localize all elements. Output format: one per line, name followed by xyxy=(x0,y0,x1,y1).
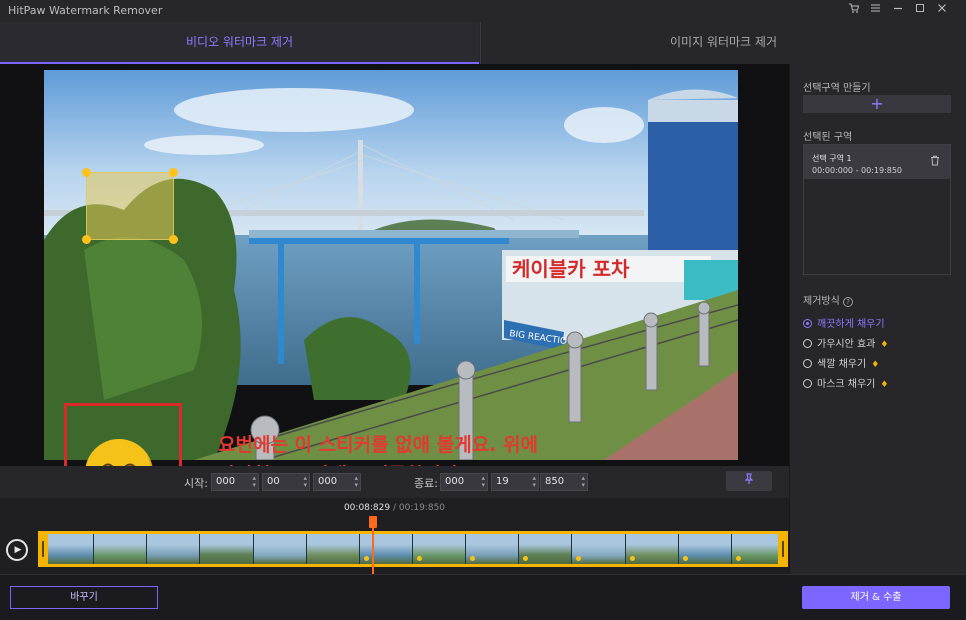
start-millis-input[interactable]: 000 ▴ ▾ xyxy=(313,473,361,491)
add-region-button[interactable]: + xyxy=(803,95,951,113)
keyframe-dot-icon xyxy=(470,556,476,561)
keyframe-dot-icon xyxy=(735,556,741,561)
app-title: HitPaw Watermark Remover xyxy=(8,4,163,17)
spinner-icon: ▴ ▾ xyxy=(354,474,358,489)
end-label: 종료: xyxy=(414,477,438,490)
tab-video-watermark[interactable]: 비디오 워터마크 제거 xyxy=(0,22,479,64)
resize-handle[interactable] xyxy=(169,235,178,244)
premium-gem-icon: ♦ xyxy=(880,380,889,390)
radio-icon xyxy=(803,339,812,348)
region-name: 선택 구역 1 xyxy=(812,154,852,163)
timeline-thumbnail xyxy=(200,534,253,564)
start-seconds-input[interactable]: 00 ▴ ▾ xyxy=(262,473,310,491)
end-minutes-input[interactable]: 000 ▴ ▾ xyxy=(440,473,488,491)
spinner-icon: ▴ ▾ xyxy=(581,474,585,489)
spinner-icon: ▴ ▾ xyxy=(303,474,307,489)
region-list: 선택 구역 1 00:00:000 - 00:19:850 xyxy=(803,144,951,275)
tab-image-watermark[interactable]: 이미지 워터마크 제거 xyxy=(480,22,966,64)
resize-handle[interactable] xyxy=(169,168,178,177)
selection-region-box[interactable] xyxy=(82,168,178,244)
method-option-color-fill[interactable]: 색깔 채우기 ♦ xyxy=(803,355,879,370)
timeline: 00:08:829 / 00:19:850 ▶ xyxy=(0,498,789,574)
timeline-thumbnail xyxy=(253,534,306,564)
selected-regions-label: 선택된 구역 xyxy=(803,132,853,143)
keyframe-dot-icon xyxy=(523,556,529,561)
cart-icon[interactable] xyxy=(846,2,862,18)
maximize-icon[interactable] xyxy=(912,2,928,18)
timeline-thumbnail xyxy=(41,534,94,564)
keyframe-dot-icon xyxy=(363,556,369,561)
start-label: 시작: xyxy=(184,477,208,490)
timeline-thumbnail xyxy=(466,534,519,564)
spinner-icon: ▴ ▾ xyxy=(252,474,256,489)
method-option-gaussian[interactable]: 가우시안 효과 ♦ xyxy=(803,335,888,350)
help-icon: ? xyxy=(843,297,853,307)
keyframe-dot-icon xyxy=(417,556,422,561)
time-readout: 00:08:829 / 00:19:850 xyxy=(343,503,446,513)
replace-button[interactable]: 바꾸기 xyxy=(10,586,158,609)
radio-icon xyxy=(803,379,812,388)
keyframe-dot-icon xyxy=(682,556,688,561)
caption-line: 요번에는 이 스티커를 없애 볼게요. 위에 xyxy=(218,434,538,456)
playhead-handle[interactable] xyxy=(369,516,377,528)
bottom-bar: 바꾸기 제거 & 수출 xyxy=(0,574,966,620)
keyframe-dot-icon xyxy=(629,556,635,561)
pin-button[interactable] xyxy=(726,471,772,491)
spinner-icon: ▴ ▾ xyxy=(532,474,536,489)
time-range-controls: 시작: 000 ▴ ▾ 00 ▴ ▾ 000 ▴ ▾ 종료: 000 ▴ ▾ 19 ▴ ▾ 850 ▴… xyxy=(0,466,789,498)
sign-text: 케이블카 포차 xyxy=(512,257,630,281)
menu-icon[interactable] xyxy=(867,2,883,18)
timeline-thumbnail xyxy=(572,534,625,564)
thumbnail-strip[interactable] xyxy=(38,531,788,567)
start-minutes-input[interactable]: 000 ▴ ▾ xyxy=(211,473,259,491)
trash-icon[interactable] xyxy=(930,155,940,169)
video-scene: 케이블카 포차 BIG REACTION xyxy=(44,70,738,460)
method-option-mask-fill[interactable]: 마스크 채우기 ♦ xyxy=(803,375,888,390)
timeline-thumbnail xyxy=(94,534,147,564)
playhead-line xyxy=(372,528,374,574)
region-range: 00:00:000 - 00:19:850 xyxy=(812,166,903,175)
removal-method-label: 제거방식 ? xyxy=(803,292,853,307)
play-button[interactable]: ▶ xyxy=(6,539,28,561)
region-item[interactable]: 선택 구역 1 00:00:000 - 00:19:850 xyxy=(804,145,950,179)
premium-gem-icon: ♦ xyxy=(880,340,889,350)
radio-icon xyxy=(803,359,812,368)
resize-handle[interactable] xyxy=(82,168,91,177)
keyframe-dot-icon xyxy=(576,556,582,561)
resize-handle[interactable] xyxy=(82,235,91,244)
premium-gem-icon: ♦ xyxy=(871,360,880,370)
timeline-thumbnail xyxy=(147,534,200,564)
timeline-thumbnail xyxy=(731,534,784,564)
trim-handle-right[interactable] xyxy=(778,531,788,567)
timeline-thumbnail xyxy=(519,534,572,564)
end-millis-input[interactable]: 850 ▴ ▾ xyxy=(540,473,588,491)
spinner-icon: ▴ ▾ xyxy=(481,474,485,489)
timeline-thumbnail xyxy=(413,534,466,564)
preview-area: 케이블카 포차 BIG REACTION 요번에는 이 스티커를 없애 볼게요.… xyxy=(0,64,789,513)
right-panel: 선택구역 만들기 + 선택된 구역 선택 구역 1 00:00:000 - 00… xyxy=(790,64,966,574)
timeline-thumbnail xyxy=(359,534,412,564)
video-frame: 케이블카 포차 BIG REACTION xyxy=(44,70,738,460)
create-region-label: 선택구역 만들기 xyxy=(803,83,871,94)
timeline-thumbnail xyxy=(306,534,359,564)
remove-and-export-button[interactable]: 제거 & 수출 xyxy=(802,586,950,609)
timeline-thumbnail xyxy=(625,534,678,564)
timeline-thumbnail xyxy=(678,534,731,564)
current-time: 00:08:829 xyxy=(343,503,391,513)
title-bar: HitPaw Watermark Remover xyxy=(0,0,966,22)
end-seconds-input[interactable]: 19 ▴ ▾ xyxy=(491,473,539,491)
tab-bar: 비디오 워터마크 제거 이미지 워터마크 제거 xyxy=(0,22,966,64)
minimize-icon[interactable] xyxy=(890,2,906,18)
method-option-clean-fill[interactable]: 깨끗하게 채우기 xyxy=(803,315,885,330)
total-time: 00:19:850 xyxy=(398,503,446,513)
radio-icon xyxy=(803,319,812,328)
trim-handle-left[interactable] xyxy=(38,531,48,567)
close-icon[interactable] xyxy=(934,2,950,18)
pin-icon xyxy=(744,473,754,484)
